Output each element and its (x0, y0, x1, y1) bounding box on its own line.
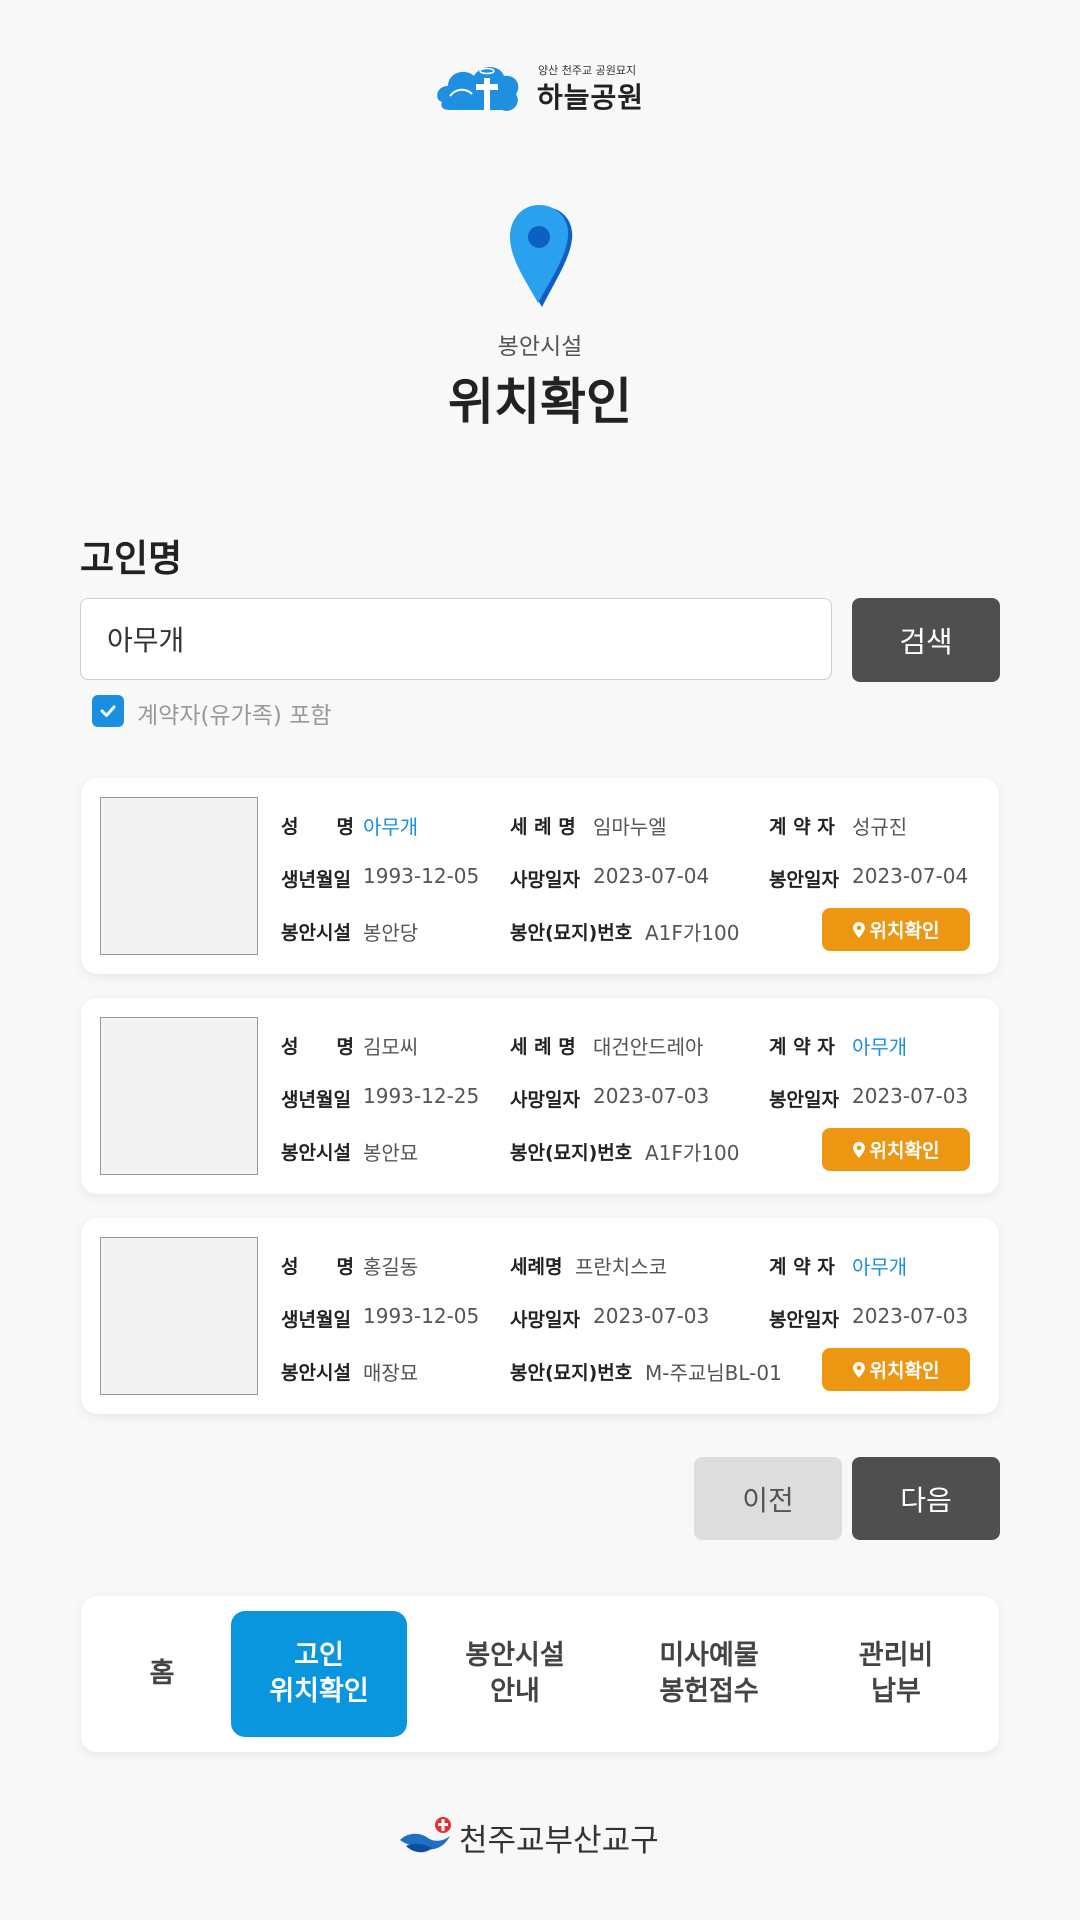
location-check-button[interactable]: 위치확인 (822, 1128, 970, 1171)
nav-item-label-line2: 봉헌접수 (659, 1676, 759, 1707)
birth-value: 1993-12-25 (363, 1084, 480, 1108)
checkmark-icon (100, 705, 116, 717)
nav-item-label-line2: 납부 (871, 1676, 921, 1707)
contractor-label: 계 약 자 (769, 1256, 835, 1278)
name-label: 성 명 (281, 816, 354, 838)
pin-icon (852, 1361, 865, 1378)
deceased-photo (100, 1237, 258, 1395)
nav-item-label-line1: 관리비 (858, 1640, 934, 1671)
page-subtitle: 봉안시설 (497, 334, 583, 360)
number-value: A1F가100 (645, 921, 740, 945)
enshrined-value: 2023-07-04 (852, 864, 969, 888)
prev-page-button[interactable]: 이전 (694, 1457, 842, 1540)
facility-value: 매장묘 (363, 1361, 419, 1385)
number-value: A1F가100 (645, 1141, 740, 1165)
location-check-label: 위치확인 (869, 1360, 940, 1382)
baptism-value: 임마누엘 (593, 815, 667, 839)
baptism-label: 세 례 명 (510, 816, 576, 838)
birth-label: 생년월일 (281, 1089, 351, 1111)
logo-title: 하늘공원 (537, 81, 645, 114)
bottom-nav: 홈 고인 위치확인 봉안시설 안내 미사예물 봉헌접수 관리비 납부 (81, 1596, 999, 1752)
enshrined-label: 봉안일자 (769, 869, 839, 891)
nav-item-label-line2: 안내 (490, 1676, 540, 1707)
location-check-button[interactable]: 위치확인 (822, 1348, 970, 1391)
search-label: 고인명 (80, 537, 183, 580)
birth-value: 1993-12-05 (363, 1304, 480, 1328)
facility-label: 봉안시설 (281, 1142, 351, 1164)
enshrined-value: 2023-07-03 (852, 1084, 969, 1108)
nav-item-facility-guide[interactable]: 봉안시설 안내 (427, 1611, 603, 1737)
death-value: 2023-07-03 (593, 1304, 710, 1328)
number-label: 봉안(묘지)번호 (510, 922, 633, 944)
contractor-value: 아무개 (852, 1035, 908, 1059)
facility-value: 봉안묘 (363, 1141, 419, 1165)
nav-item-label-line1: 봉안시설 (465, 1640, 565, 1671)
death-label: 사망일자 (510, 1089, 580, 1111)
baptism-value: 프란치스코 (575, 1255, 667, 1279)
location-pin-icon (510, 205, 573, 307)
pin-icon (852, 921, 865, 938)
nav-item-label-line1: 고인 (294, 1640, 344, 1671)
result-card: 성 명 아무개 세 례 명 임마누엘 계 약 자 성규진 생년월일 1993-1… (81, 778, 999, 974)
include-contractor-label: 계약자(유가족) 포함 (137, 703, 332, 729)
nav-item-label-line1: 미사예물 (659, 1640, 759, 1671)
result-card: 성 명 홍길동 세례명 프란치스코 계 약 자 아무개 생년월일 1993-12… (81, 1218, 999, 1414)
next-page-button[interactable]: 다음 (852, 1457, 1000, 1540)
pin-icon (852, 1141, 865, 1158)
baptism-label: 세 례 명 (510, 1036, 576, 1058)
contractor-label: 계 약 자 (769, 816, 835, 838)
deceased-name-input[interactable] (80, 598, 832, 680)
name-value: 홍길동 (363, 1255, 419, 1279)
name-value: 아무개 (363, 815, 419, 839)
death-value: 2023-07-03 (593, 1084, 710, 1108)
contractor-value: 성규진 (852, 815, 908, 839)
name-label: 성 명 (281, 1036, 354, 1058)
nav-item-home[interactable]: 홈 (123, 1611, 201, 1737)
number-label: 봉안(묘지)번호 (510, 1142, 633, 1164)
location-check-button[interactable]: 위치확인 (822, 908, 970, 951)
number-label: 봉안(묘지)번호 (510, 1362, 633, 1384)
enshrined-value: 2023-07-03 (852, 1304, 969, 1328)
facility-label: 봉안시설 (281, 922, 351, 944)
death-label: 사망일자 (510, 1309, 580, 1331)
contractor-value: 아무개 (852, 1255, 908, 1279)
birth-label: 생년월일 (281, 869, 351, 891)
nav-item-mass-offering[interactable]: 미사예물 봉헌접수 (621, 1611, 797, 1737)
deceased-photo (100, 1017, 258, 1175)
location-check-label: 위치확인 (869, 1140, 940, 1162)
birth-value: 1993-12-05 (363, 864, 480, 888)
contractor-label: 계 약 자 (769, 1036, 835, 1058)
facility-label: 봉안시설 (281, 1362, 351, 1384)
diocese-logo (400, 1817, 451, 1853)
baptism-value: 대건안드레아 (593, 1035, 704, 1059)
location-check-label: 위치확인 (869, 920, 940, 942)
number-value: M-주교님BL-01 (645, 1361, 782, 1385)
result-card: 성 명 김모씨 세 례 명 대건안드레아 계 약 자 아무개 생년월일 1993… (81, 998, 999, 1194)
include-contractor-checkbox[interactable] (92, 695, 124, 727)
enshrined-label: 봉안일자 (769, 1089, 839, 1111)
search-button[interactable]: 검색 (852, 598, 1000, 682)
deceased-photo (100, 797, 258, 955)
nav-item-label-line2: 위치확인 (269, 1676, 369, 1707)
name-label: 성 명 (281, 1256, 354, 1278)
death-label: 사망일자 (510, 869, 580, 891)
baptism-label: 세례명 (510, 1256, 563, 1278)
birth-label: 생년월일 (281, 1309, 351, 1331)
name-value: 김모씨 (363, 1035, 419, 1059)
page-title: 위치확인 (448, 373, 632, 431)
death-value: 2023-07-04 (593, 864, 710, 888)
facility-value: 봉안당 (363, 921, 419, 945)
nav-item-deceased-location[interactable]: 고인 위치확인 (231, 1611, 407, 1737)
nav-item-label: 홈 (149, 1658, 175, 1689)
nav-item-management-fee[interactable]: 관리비 납부 (821, 1611, 971, 1737)
footer-diocese-name: 천주교부산교구 (459, 1823, 659, 1859)
enshrined-label: 봉안일자 (769, 1309, 839, 1331)
